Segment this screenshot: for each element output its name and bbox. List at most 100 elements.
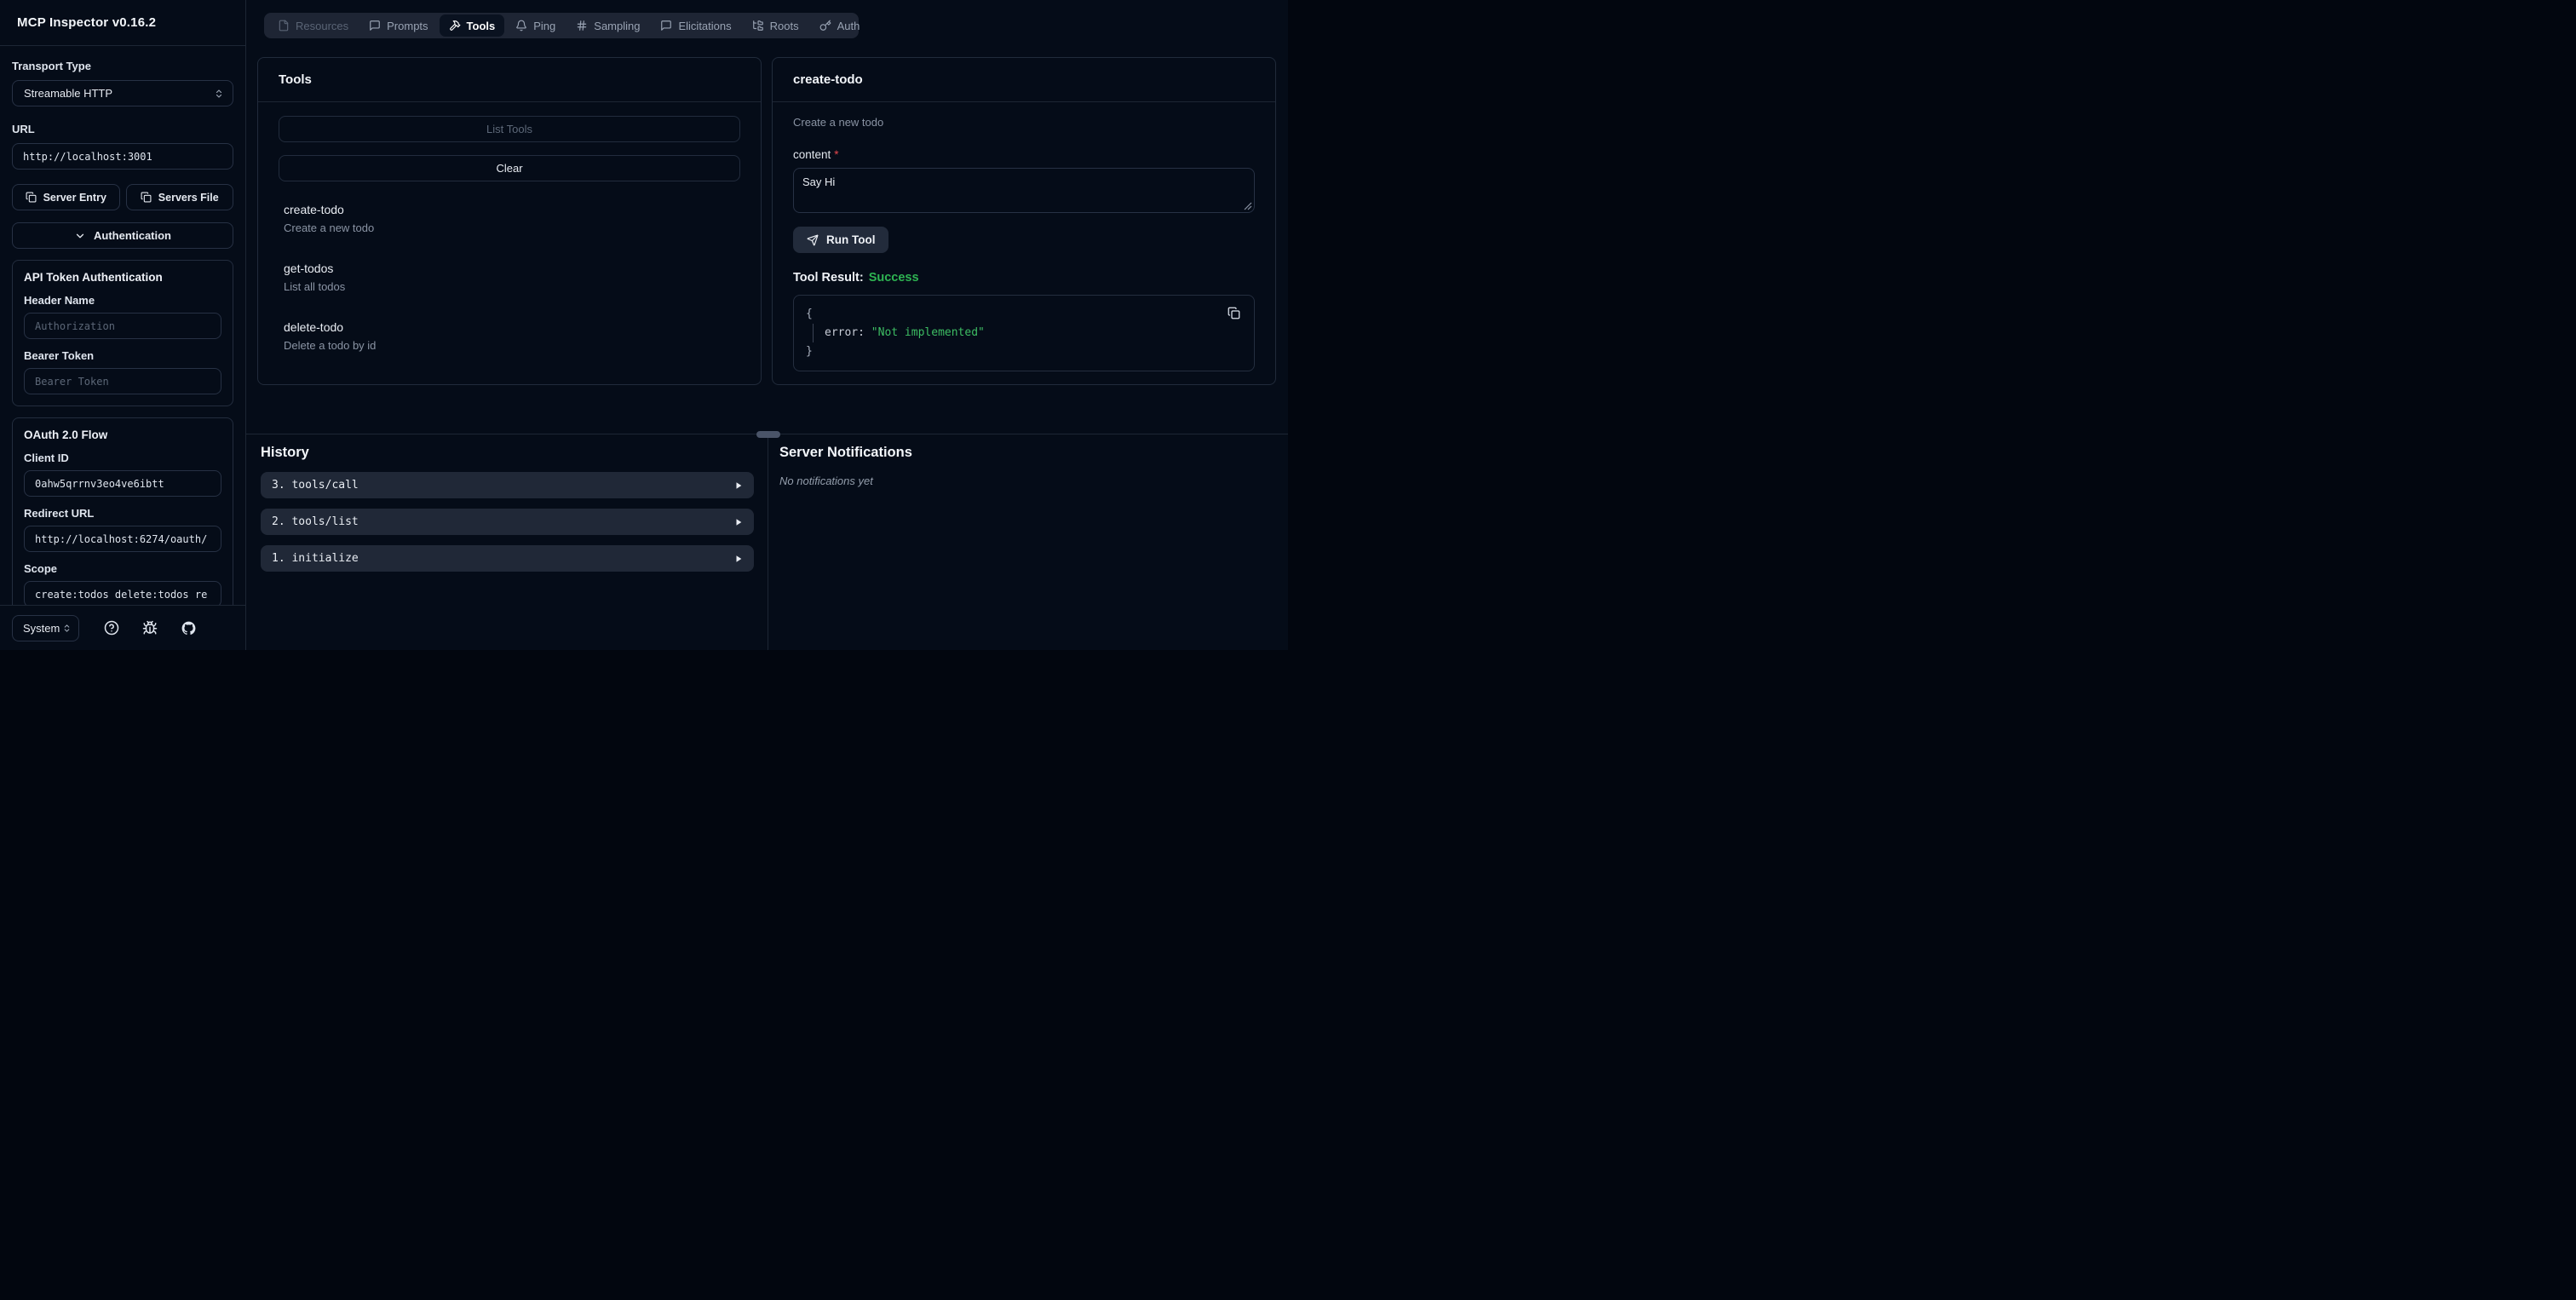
bug-icon	[142, 620, 158, 636]
tab-label: Prompts	[387, 19, 428, 32]
tab-roots[interactable]: Roots	[743, 14, 808, 37]
header-name-input[interactable]	[24, 313, 221, 339]
theme-select[interactable]: System	[12, 614, 79, 641]
transport-type-select[interactable]: Streamable HTTP	[12, 80, 233, 106]
tab-tools[interactable]: Tools	[439, 14, 505, 37]
api-token-auth-card: API Token Authentication Header Name Bea…	[12, 260, 233, 406]
bottom-panels-row: History 3. tools/call 2. tools/list 1. i…	[246, 434, 1288, 650]
bearer-token-input[interactable]	[24, 368, 221, 394]
server-entry-label: Server Entry	[43, 191, 106, 204]
history-item-initialize[interactable]: 1. initialize	[261, 545, 754, 572]
scope-label: Scope	[24, 562, 58, 575]
tab-label: Auth	[837, 19, 860, 32]
github-button[interactable]	[181, 620, 197, 636]
json-property-row: error: "Not implemented"	[813, 323, 1242, 342]
history-panel: History 3. tools/call 2. tools/list 1. i…	[246, 434, 768, 650]
sidebar-header: MCP Inspector v0.16.2	[0, 0, 245, 46]
tools-panel: Tools List Tools Clear create-todo Creat…	[257, 57, 762, 385]
tool-name: delete-todo	[284, 320, 344, 334]
run-tool-label: Run Tool	[826, 233, 876, 246]
circle-help-icon	[104, 620, 119, 636]
copy-icon	[141, 192, 152, 203]
transport-type-value: Streamable HTTP	[24, 87, 113, 100]
app-title: MCP Inspector v0.16.2	[17, 15, 157, 30]
tab-sampling[interactable]: Sampling	[566, 14, 649, 37]
help-button[interactable]	[104, 620, 119, 636]
tab-label: Elicitations	[678, 19, 732, 32]
tab-ping[interactable]: Ping	[506, 14, 565, 37]
api-token-auth-title: API Token Authentication	[24, 271, 163, 284]
no-notifications-message: No notifications yet	[779, 475, 873, 487]
chevrons-up-down-icon	[62, 624, 72, 633]
history-item-label: 2. tools/list	[272, 515, 359, 528]
tool-list-item-get-todos[interactable]: get-todos List all todos	[279, 254, 740, 301]
chevrons-up-down-icon	[214, 89, 224, 99]
tab-resources[interactable]: Resources	[268, 14, 358, 37]
message-square-icon	[660, 20, 672, 32]
play-expand-icon	[734, 518, 743, 526]
content-field-label: content *	[793, 148, 1255, 161]
tool-result-line: Tool Result: Success	[793, 271, 1255, 285]
tool-description: Delete a todo by id	[284, 339, 377, 352]
tool-list-item-create-todo[interactable]: create-todo Create a new todo	[279, 195, 740, 242]
play-expand-icon	[734, 481, 743, 490]
transport-type-label: Transport Type	[12, 60, 91, 72]
key-icon	[819, 20, 831, 32]
json-key: error:	[825, 325, 865, 339]
split-drag-handle[interactable]	[756, 431, 780, 438]
debug-button[interactable]	[142, 620, 158, 636]
history-item-tools-call[interactable]: 3. tools/call	[261, 472, 754, 498]
folder-tree-icon	[752, 20, 764, 32]
server-entry-button[interactable]: Server Entry	[12, 184, 120, 210]
json-close-brace: }	[806, 344, 813, 358]
url-label: URL	[12, 123, 35, 135]
hammer-icon	[449, 20, 461, 32]
history-item-tools-list[interactable]: 2. tools/list	[261, 509, 754, 535]
selected-tool-description: Create a new todo	[793, 116, 884, 129]
content-textarea[interactable]: Say Hi	[793, 168, 1255, 213]
servers-file-label: Servers File	[158, 191, 219, 204]
selected-tool-panel-body: Create a new todo content * Say Hi Run T…	[773, 102, 1275, 384]
tab-label: Resources	[296, 19, 349, 32]
oauth-flow-title: OAuth 2.0 Flow	[24, 429, 108, 441]
json-result-viewer: { error: "Not implemented" }	[793, 295, 1255, 372]
selected-tool-panel: create-todo Create a new todo content * S…	[772, 57, 1276, 385]
json-open-brace[interactable]: {	[806, 305, 1242, 324]
copy-buttons-row: Server Entry Servers File	[12, 184, 233, 210]
play-expand-icon	[734, 555, 743, 563]
tab-prompts[interactable]: Prompts	[359, 14, 437, 37]
clear-tools-button[interactable]: Clear	[279, 155, 740, 181]
run-tool-button[interactable]: Run Tool	[793, 227, 889, 253]
oauth-flow-card: OAuth 2.0 Flow Client ID Redirect URL Sc…	[12, 417, 233, 605]
authentication-toggle[interactable]: Authentication	[12, 222, 233, 249]
client-id-input[interactable]	[24, 470, 221, 497]
tool-description: List all todos	[284, 280, 346, 293]
required-marker: *	[834, 148, 839, 161]
tools-panel-body: List Tools Clear create-todo Create a ne…	[258, 102, 761, 384]
main-area: Resources Prompts Tools Ping Sampling El…	[246, 0, 1288, 650]
tool-result-label: Tool Result:	[793, 271, 864, 285]
tab-bar: Resources Prompts Tools Ping Sampling El…	[264, 13, 860, 38]
tool-result-status: Success	[868, 271, 919, 285]
tab-label: Roots	[769, 19, 799, 32]
tool-name: get-todos	[284, 262, 334, 275]
file-icon	[278, 20, 290, 32]
sidebar-content: Transport Type Streamable HTTP URL Serve…	[0, 46, 245, 605]
tool-list-item-delete-todo[interactable]: delete-todo Delete a todo by id	[279, 313, 740, 360]
copy-icon	[1228, 307, 1240, 319]
github-icon	[181, 620, 197, 636]
tab-auth[interactable]: Auth	[810, 14, 870, 37]
list-tools-button[interactable]: List Tools	[279, 116, 740, 142]
redirect-url-input[interactable]	[24, 526, 221, 552]
tab-label: Sampling	[594, 19, 641, 32]
scope-input[interactable]	[24, 581, 221, 605]
copy-result-button[interactable]	[1228, 307, 1240, 319]
hash-icon	[576, 20, 588, 32]
authentication-toggle-label: Authentication	[94, 229, 171, 242]
tab-elicitations[interactable]: Elicitations	[651, 14, 740, 37]
servers-file-button[interactable]: Servers File	[125, 184, 233, 210]
message-square-icon	[369, 20, 381, 32]
url-input[interactable]	[12, 143, 233, 170]
selected-tool-title: create-todo	[793, 72, 863, 87]
content-textarea-wrap: Say Hi	[793, 168, 1255, 213]
